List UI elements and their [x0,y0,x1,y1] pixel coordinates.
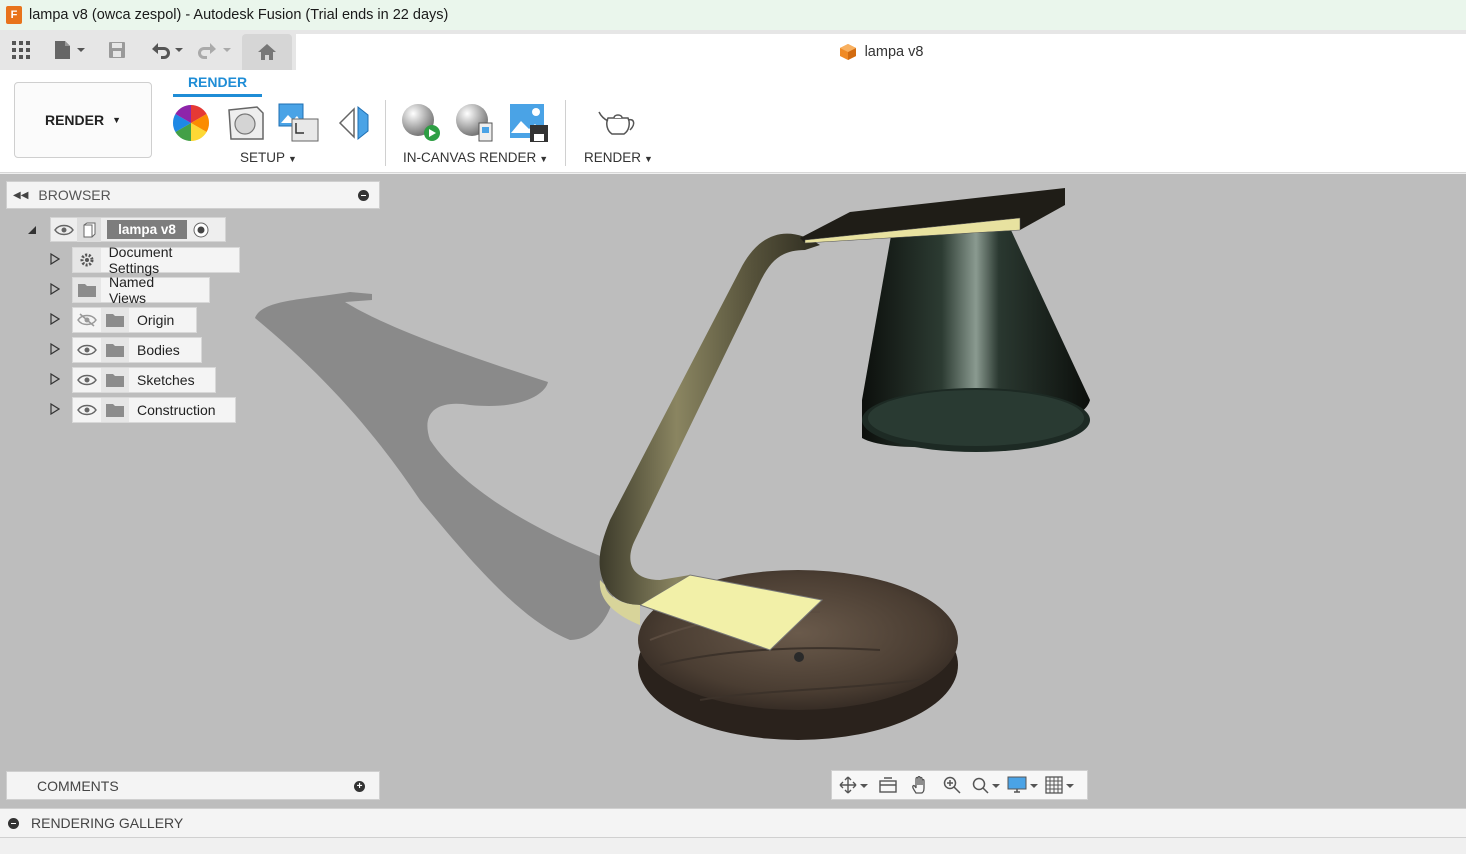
file-menu-button[interactable] [52,38,88,62]
workspace-switcher[interactable]: RENDER ▼ [14,82,152,158]
window-title-bar: F lampa v8 (owca zespol) - Autodesk Fusi… [0,0,1466,30]
folder-icon [101,308,129,332]
eye-icon[interactable] [73,338,101,362]
appearance-icon [172,105,210,141]
texture-map-icon [278,103,319,142]
browser-item-label: Bodies [137,342,180,358]
workspace-label: RENDER [44,112,105,128]
browser-item-origin[interactable]: Origin [72,307,197,333]
component-icon [77,217,101,242]
rendering-gallery-header[interactable]: RENDERING GALLERY [0,808,1466,838]
component-cube-icon [839,44,856,60]
zoom-icon[interactable] [936,773,968,797]
in-canvas-render-tool[interactable] [400,103,442,143]
pan-hand-icon[interactable] [904,773,936,797]
eye-hidden-icon[interactable] [73,308,101,332]
scene-settings-icon [228,106,264,140]
status-strip [0,838,1466,854]
tab-render[interactable]: RENDER [173,74,262,97]
browser-item-named-views[interactable]: Named Views [72,274,210,306]
eye-icon[interactable] [73,398,101,422]
decal-icon [338,105,369,141]
rendering-gallery-title: RENDERING GALLERY [31,815,184,831]
redo-button[interactable] [196,38,234,62]
browser-item-document-settings[interactable]: Document Settings [72,244,240,276]
root-node-label: lampa v8 [107,220,187,239]
look-at-icon[interactable] [872,773,904,797]
gear-icon [73,248,101,272]
home-tab[interactable] [242,34,292,70]
in-canvas-render-icon [402,104,440,141]
browser-panel-header[interactable]: ◀◀ BROWSER [6,181,380,209]
expand-triangle-icon[interactable] [50,403,60,415]
in-canvas-render-group-label[interactable]: IN-CANVAS RENDER ▼ [403,150,548,165]
browser-item-label: Named Views [108,274,155,306]
collapse-gallery-icon[interactable] [8,817,19,829]
grid-snaps-icon[interactable] [1042,773,1078,797]
expand-triangle-icon[interactable] [50,283,60,295]
minimize-browser-icon[interactable] [358,190,369,201]
expand-triangle-icon[interactable] [50,373,60,385]
ribbon-toolbar: RENDER ▼ RENDER SETUP ▼ IN-CANVAS RENDER… [0,70,1466,173]
fusion-app-icon: F [6,6,22,24]
add-comment-icon[interactable]: + [354,781,365,792]
orbit-move-icon[interactable] [836,773,872,797]
folder-icon [73,278,101,302]
eye-icon[interactable] [51,218,77,242]
teapot-icon [598,111,635,135]
toolbar-divider [565,100,566,166]
render-group-label[interactable]: RENDER ▼ [584,150,653,165]
appearance-tool[interactable] [170,103,212,143]
browser-item-label: Construction [137,402,216,418]
comments-panel-header[interactable]: COMMENTS + [6,771,380,800]
setup-group-label[interactable]: SETUP ▼ [240,150,297,165]
folder-icon [101,398,129,422]
undo-button[interactable] [148,38,186,62]
quick-access-bar: lampa v8 [0,30,1466,70]
toolbar-divider [385,100,386,166]
texture-map-tool[interactable] [278,103,320,143]
capture-image-tool[interactable] [508,103,550,143]
browser-root-node[interactable]: lampa v8 [50,217,226,242]
folder-icon [101,338,129,362]
comments-title: COMMENTS [37,777,119,794]
document-tab[interactable]: lampa v8 [296,34,1466,70]
browser-item-label: Sketches [137,372,195,388]
expand-triangle-icon[interactable] [50,343,60,355]
browser-item-label: Document Settings [108,244,173,276]
capture-image-icon [510,104,548,142]
browser-item-construction[interactable]: Construction [72,397,236,423]
scene-settings-tool[interactable] [224,103,266,143]
chevron-down-icon: ▼ [112,115,122,125]
app-grid-icon[interactable] [10,38,32,62]
browser-item-sketches[interactable]: Sketches [72,367,216,393]
collapse-panel-icon[interactable]: ◀◀ [13,190,28,201]
window-title: lampa v8 (owca zespol) - Autodesk Fusion… [29,7,449,23]
home-icon [258,44,276,60]
expand-triangle-icon[interactable] [50,313,60,325]
render-settings-icon [456,104,493,142]
folder-icon [101,368,129,392]
document-tab-label: lampa v8 [864,44,924,60]
display-settings-icon[interactable] [1004,773,1042,797]
render-tool[interactable] [597,103,639,143]
browser-item-bodies[interactable]: Bodies [72,337,202,363]
navigation-bar [831,770,1088,800]
eye-icon[interactable] [73,368,101,392]
save-icon[interactable] [106,38,128,62]
expand-triangle-icon[interactable] [50,253,60,265]
fit-zoom-icon[interactable] [968,773,1004,797]
activate-radio-icon[interactable] [187,218,215,242]
decal-tool[interactable] [332,103,374,143]
browser-item-label: Origin [137,312,175,328]
expanded-triangle-icon[interactable] [27,224,37,236]
in-canvas-render-settings-tool[interactable] [454,103,496,143]
browser-title: BROWSER [38,187,111,203]
